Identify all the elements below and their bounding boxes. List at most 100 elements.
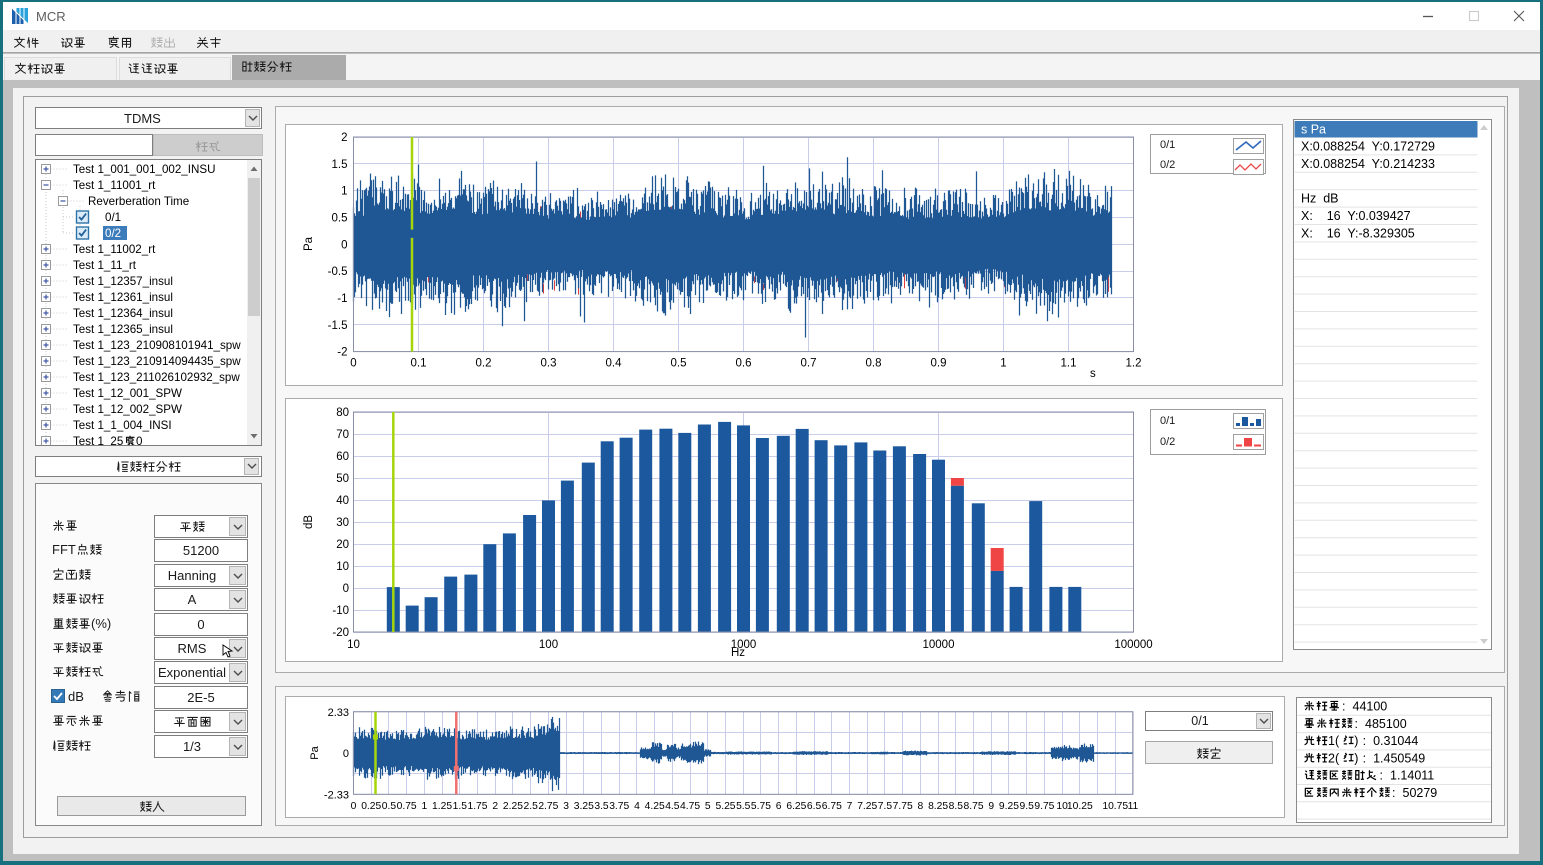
svg-text:Test 1_12_002_SPW: Test 1_12_002_SPW [73,403,182,416]
svg-text:0.9: 0.9 [931,358,947,370]
svg-text:Test 1_11002_rt: Test 1_11002_rt [73,243,156,256]
svg-text:2.33: 2.33 [328,707,349,719]
svg-text:44100: 44100 [1353,700,1388,714]
svg-text:Test 1_123_210908101941_spw: Test 1_123_210908101941_spw [73,339,241,352]
svg-text:-1.5: -1.5 [328,320,348,332]
svg-text:10.75: 10.75 [1102,801,1128,812]
svg-text::: : [1342,700,1345,714]
svg-text:Hz dB: Hz dB [1301,192,1339,206]
svg-text:5.75: 5.75 [751,801,771,812]
svg-text:7.25: 7.25 [857,801,877,812]
svg-text:5.5: 5.5 [736,801,751,812]
svg-text:X:0.088254 Y:0.172729: X:0.088254 Y:0.172729 [1301,139,1435,153]
svg-text:2(: 2( [1328,751,1340,765]
svg-text:11: 11 [1128,801,1139,812]
svg-text:8: 8 [918,801,924,812]
svg-text:0.8: 0.8 [866,358,882,370]
svg-text:0.3: 0.3 [541,358,557,370]
svg-text:Test 1_001_001_002_INSU: Test 1_001_001_002_INSU [73,163,215,176]
svg-text:6.25: 6.25 [786,801,806,812]
svg-text:9.5: 9.5 [1020,801,1035,812]
svg-text:1.75: 1.75 [467,801,487,812]
svg-text:0: 0 [341,239,347,251]
svg-text:10000: 10000 [923,639,955,651]
svg-text:10: 10 [336,561,349,573]
svg-text:): ) [1354,751,1358,765]
svg-text:Test 1_12365_insul: Test 1_12365_insul [73,323,173,336]
svg-text:0.75: 0.75 [397,801,417,812]
svg-text:4.25: 4.25 [645,801,665,812]
svg-text:0.5: 0.5 [671,358,687,370]
svg-text:40: 40 [336,495,349,507]
svg-text:): ) [1354,734,1358,748]
svg-text:0.31044: 0.31044 [1373,734,1418,748]
svg-text:8.5: 8.5 [949,801,964,812]
svg-text:0.1: 0.1 [411,358,427,370]
svg-text:s: s [1090,368,1096,380]
svg-text:9.25: 9.25 [999,801,1019,812]
svg-text::: : [1363,751,1366,765]
svg-text:Pa: Pa [309,745,321,759]
svg-text:X: 16 Y:-8.329305: X: 16 Y:-8.329305 [1301,226,1415,240]
svg-text::: : [1363,734,1366,748]
svg-text:1.14011: 1.14011 [1390,769,1434,783]
svg-text:4.5: 4.5 [665,801,680,812]
svg-text:0.5: 0.5 [382,801,397,812]
svg-text:6.5: 6.5 [807,801,822,812]
svg-text:Test 1_123_211026102932_spw: Test 1_123_211026102932_spw [73,371,240,384]
svg-text:60: 60 [336,451,349,463]
svg-text:0/1: 0/1 [105,211,121,224]
svg-text:-0.5: -0.5 [328,266,348,278]
svg-text:3.5: 3.5 [594,801,609,812]
svg-text:0/2: 0/2 [105,227,121,240]
svg-text:1: 1 [421,801,427,812]
svg-text:1(: 1( [1328,734,1340,748]
svg-text:1: 1 [341,186,347,198]
svg-text:-10: -10 [332,605,349,617]
svg-text:50279: 50279 [1403,786,1438,800]
svg-text:7.75: 7.75 [893,801,913,812]
svg-text:Test 1_12361_insul: Test 1_12361_insul [73,291,173,304]
svg-text:X: 16 Y:0.039427: X: 16 Y:0.039427 [1301,209,1411,223]
svg-text:2: 2 [492,801,498,812]
svg-text:2: 2 [341,132,347,144]
svg-text:3.25: 3.25 [574,801,594,812]
svg-text:Test 1_11001_rt: Test 1_11001_rt [73,179,156,192]
svg-text:50: 50 [336,473,349,485]
svg-text:1.5: 1.5 [453,801,468,812]
svg-text:0: 0 [351,801,357,812]
svg-text:0: 0 [343,748,349,760]
svg-text:0: 0 [343,583,349,595]
svg-text:7: 7 [847,801,853,812]
svg-text:Test 1_12364_insul: Test 1_12364_insul [73,307,173,320]
svg-text:9.75: 9.75 [1034,801,1054,812]
svg-text:2.25: 2.25 [503,801,523,812]
svg-text:5: 5 [705,801,711,812]
svg-text:1.25: 1.25 [432,801,452,812]
svg-text:0.25: 0.25 [361,801,381,812]
svg-text::: : [1380,769,1383,783]
svg-text:s Pa: s Pa [1301,123,1326,137]
svg-text:3: 3 [563,801,569,812]
svg-text:0.7: 0.7 [801,358,817,370]
svg-text:6: 6 [776,801,782,812]
svg-text:Test 1_12_001_SPW: Test 1_12_001_SPW [73,387,182,400]
svg-text:Pa: Pa [303,236,315,251]
svg-text:0: 0 [136,435,142,445]
svg-text:5.25: 5.25 [715,801,735,812]
svg-text:8.75: 8.75 [964,801,984,812]
svg-text::: : [1392,786,1395,800]
svg-text:70: 70 [336,429,349,441]
svg-text:0.6: 0.6 [736,358,752,370]
svg-text:80: 80 [336,407,349,419]
svg-text:Test 1_25: Test 1_25 [73,435,123,445]
svg-text:2.75: 2.75 [538,801,558,812]
svg-text:1.450549: 1.450549 [1373,751,1425,765]
svg-text:0.5: 0.5 [332,212,348,224]
svg-text:0: 0 [350,358,356,370]
svg-text::: : [1355,717,1358,731]
svg-text:485100: 485100 [1365,717,1407,731]
svg-text:dB: dB [303,515,315,529]
svg-text:9: 9 [988,801,994,812]
svg-text:4: 4 [634,801,640,812]
